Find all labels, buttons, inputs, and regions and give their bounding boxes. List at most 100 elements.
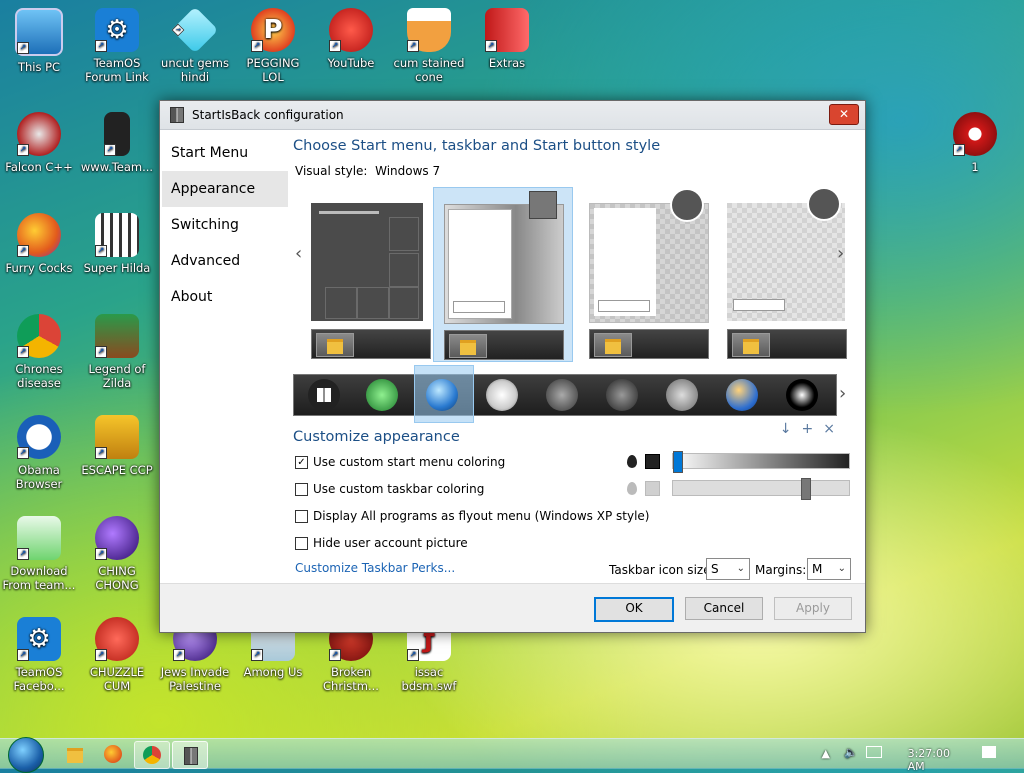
desktop-icon[interactable]: ↗ uncut gems hindi <box>156 6 234 84</box>
desktop-icon-label: CHUZZLE CUM <box>89 665 145 693</box>
explorer-taskbar-button[interactable] <box>58 741 92 767</box>
checkbox[interactable] <box>295 536 308 550</box>
windows-orb-gray-icon[interactable] <box>546 379 578 411</box>
desktop-icon[interactable]: ↗ www.Team... <box>78 112 156 174</box>
startisback-taskbar-button[interactable] <box>172 741 208 769</box>
windows-10-orb-icon[interactable] <box>308 379 340 411</box>
windows-10-start-preview <box>311 203 423 321</box>
desktop-icon[interactable]: P ↗ PEGGING LOL <box>234 8 312 84</box>
dialog-footer: OK Cancel Apply <box>160 583 865 632</box>
customize-heading: Customize appearance <box>293 429 460 445</box>
color-swatch[interactable] <box>645 480 660 496</box>
desktop-icon[interactable]: ↗ cum stained cone <box>390 8 468 84</box>
desktop-icon[interactable]: ↗ ESCAPE CCP <box>78 415 156 477</box>
firefox-taskbar-button[interactable] <box>96 741 130 767</box>
option-hide-user-picture[interactable]: Hide user account picture <box>295 536 468 550</box>
nav-item-appearance[interactable]: Appearance <box>162 171 288 207</box>
visual-style-value: Windows 7 <box>375 164 441 178</box>
close-button[interactable]: ✕ <box>829 104 859 125</box>
chevron-up-icon[interactable]: ▲ <box>822 747 830 760</box>
nav-item-advanced[interactable]: Advanced <box>162 243 288 279</box>
style-card-windows-8[interactable] <box>579 187 717 360</box>
chevron-right-icon[interactable]: › <box>839 383 846 404</box>
style-thumbnails: ‹ › <box>293 187 853 367</box>
chrome-taskbar-button[interactable] <box>134 741 170 769</box>
desktop-icon-label: Furry Cocks <box>5 261 73 275</box>
vista-orb-icon[interactable] <box>726 379 758 411</box>
close-icon[interactable]: × <box>823 421 845 437</box>
ok-button[interactable]: OK <box>594 597 674 622</box>
chevron-down-icon: ⌄ <box>837 563 846 574</box>
shortcut-arrow-icon: ↗ <box>104 144 116 156</box>
desktop-icon-label: Obama Browser <box>15 463 63 491</box>
desktop-icon-label: 1 <box>971 160 979 174</box>
slider-thumb[interactable] <box>801 478 811 500</box>
desktop-icon[interactable]: ↗ Download From team... <box>0 516 78 592</box>
nav-item-about[interactable]: About <box>162 279 288 315</box>
taskbar-opacity-slider[interactable] <box>672 478 850 500</box>
shortcut-arrow-icon: ↗ <box>95 245 107 257</box>
desktop-icon[interactable]: ↗ 1 <box>936 112 1014 174</box>
shortcut-arrow-icon: ↗ <box>485 40 497 52</box>
slider-thumb[interactable] <box>673 451 683 473</box>
black-orb-icon[interactable] <box>786 379 818 411</box>
color-swatch[interactable] <box>645 453 660 469</box>
icon-size-select[interactable]: S ⌄ <box>706 558 750 580</box>
checkbox[interactable] <box>295 509 308 523</box>
shortcut-arrow-icon: ↗ <box>329 40 341 52</box>
apply-button[interactable]: Apply <box>774 597 852 620</box>
clover-orb-icon[interactable] <box>366 379 398 411</box>
nav-item-switching[interactable]: Switching <box>162 207 288 243</box>
desktop-icon[interactable]: ↗ Chrones disease <box>0 314 78 390</box>
checkbox-checked[interactable]: ✓ <box>295 455 308 469</box>
desktop-icon[interactable]: ↗ CHUZZLE CUM <box>78 617 156 693</box>
desktop-icon[interactable]: ↗ This PC <box>0 8 78 74</box>
margins-select[interactable]: M ⌄ <box>807 558 851 580</box>
start-button-strip <box>293 365 837 423</box>
desktop-icon-label: issac bdsm.swf <box>401 665 457 693</box>
folder-icon <box>316 333 354 357</box>
desktop-icon[interactable]: ↗ CHING CHONG <box>78 516 156 592</box>
desktop-icon[interactable]: ↗ Extras <box>468 8 546 70</box>
desktop-icon[interactable]: ⚙ ↗ TeamOS Facebo... <box>0 617 78 693</box>
windows-orb-dark-icon[interactable] <box>606 379 638 411</box>
network-icon[interactable] <box>866 746 882 758</box>
desktop-icon[interactable]: ↗ Legend of Zilda <box>78 314 156 390</box>
style-card-windows-10[interactable] <box>301 187 439 360</box>
desktop-icon-label: CHING CHONG <box>95 564 139 592</box>
style-card-windows-7[interactable] <box>433 187 573 362</box>
chevron-right-icon[interactable]: › <box>837 243 844 264</box>
windows-7-orb-icon[interactable] <box>426 379 458 411</box>
windows-orb-glass-icon[interactable] <box>666 379 698 411</box>
checkbox[interactable] <box>295 482 308 496</box>
desktop-icon-label: Falcon C++ <box>5 160 73 174</box>
download-icon[interactable]: ↓ <box>780 421 802 437</box>
nav-item-start-menu[interactable]: Start Menu <box>162 135 288 171</box>
add-icon[interactable]: + <box>802 421 824 437</box>
desktop-icon[interactable]: ↗ Obama Browser <box>0 415 78 491</box>
option-flyout-menu[interactable]: Display All programs as flyout menu (Win… <box>295 509 649 523</box>
title-bar[interactable]: StartIsBack configuration <box>160 101 865 130</box>
shortcut-arrow-icon: ↗ <box>17 649 29 661</box>
firefox-icon: ↗ <box>17 213 61 257</box>
desktop-icon[interactable]: ↗ Falcon C++ <box>0 112 78 174</box>
desktop-icon[interactable]: ↗ Furry Cocks <box>0 213 78 275</box>
start-menu-opacity-slider[interactable] <box>672 451 850 473</box>
option-custom-start-menu-coloring[interactable]: ✓ Use custom start menu coloring <box>295 455 505 469</box>
windows-orb-white-icon[interactable] <box>486 379 518 411</box>
cancel-button[interactable]: Cancel <box>685 597 763 620</box>
pixel-dog-icon: ↗ <box>95 213 139 257</box>
clock[interactable]: 3:27:00 AM <box>908 747 950 773</box>
desktop-icon[interactable]: ⚙ ↗ TeamOS Forum Link <box>78 8 156 84</box>
style-card-plain[interactable] <box>717 187 855 360</box>
notification-icon[interactable] <box>982 746 996 758</box>
desktop-icon-label: Super Hilda <box>83 261 151 275</box>
desktop-icon-label: PEGGING LOL <box>246 56 300 84</box>
gear-icon: ⚙ ↗ <box>95 8 139 52</box>
desktop-icon[interactable]: ↗ Super Hilda <box>78 213 156 275</box>
desktop-icon[interactable]: ↗ YouTube <box>312 8 390 70</box>
volume-icon[interactable]: 🔈 <box>844 746 858 759</box>
customize-taskbar-perks-link[interactable]: Customize Taskbar Perks... <box>295 561 455 575</box>
option-custom-taskbar-coloring[interactable]: Use custom taskbar coloring <box>295 482 484 496</box>
shortcut-arrow-icon: ↗ <box>95 40 107 52</box>
